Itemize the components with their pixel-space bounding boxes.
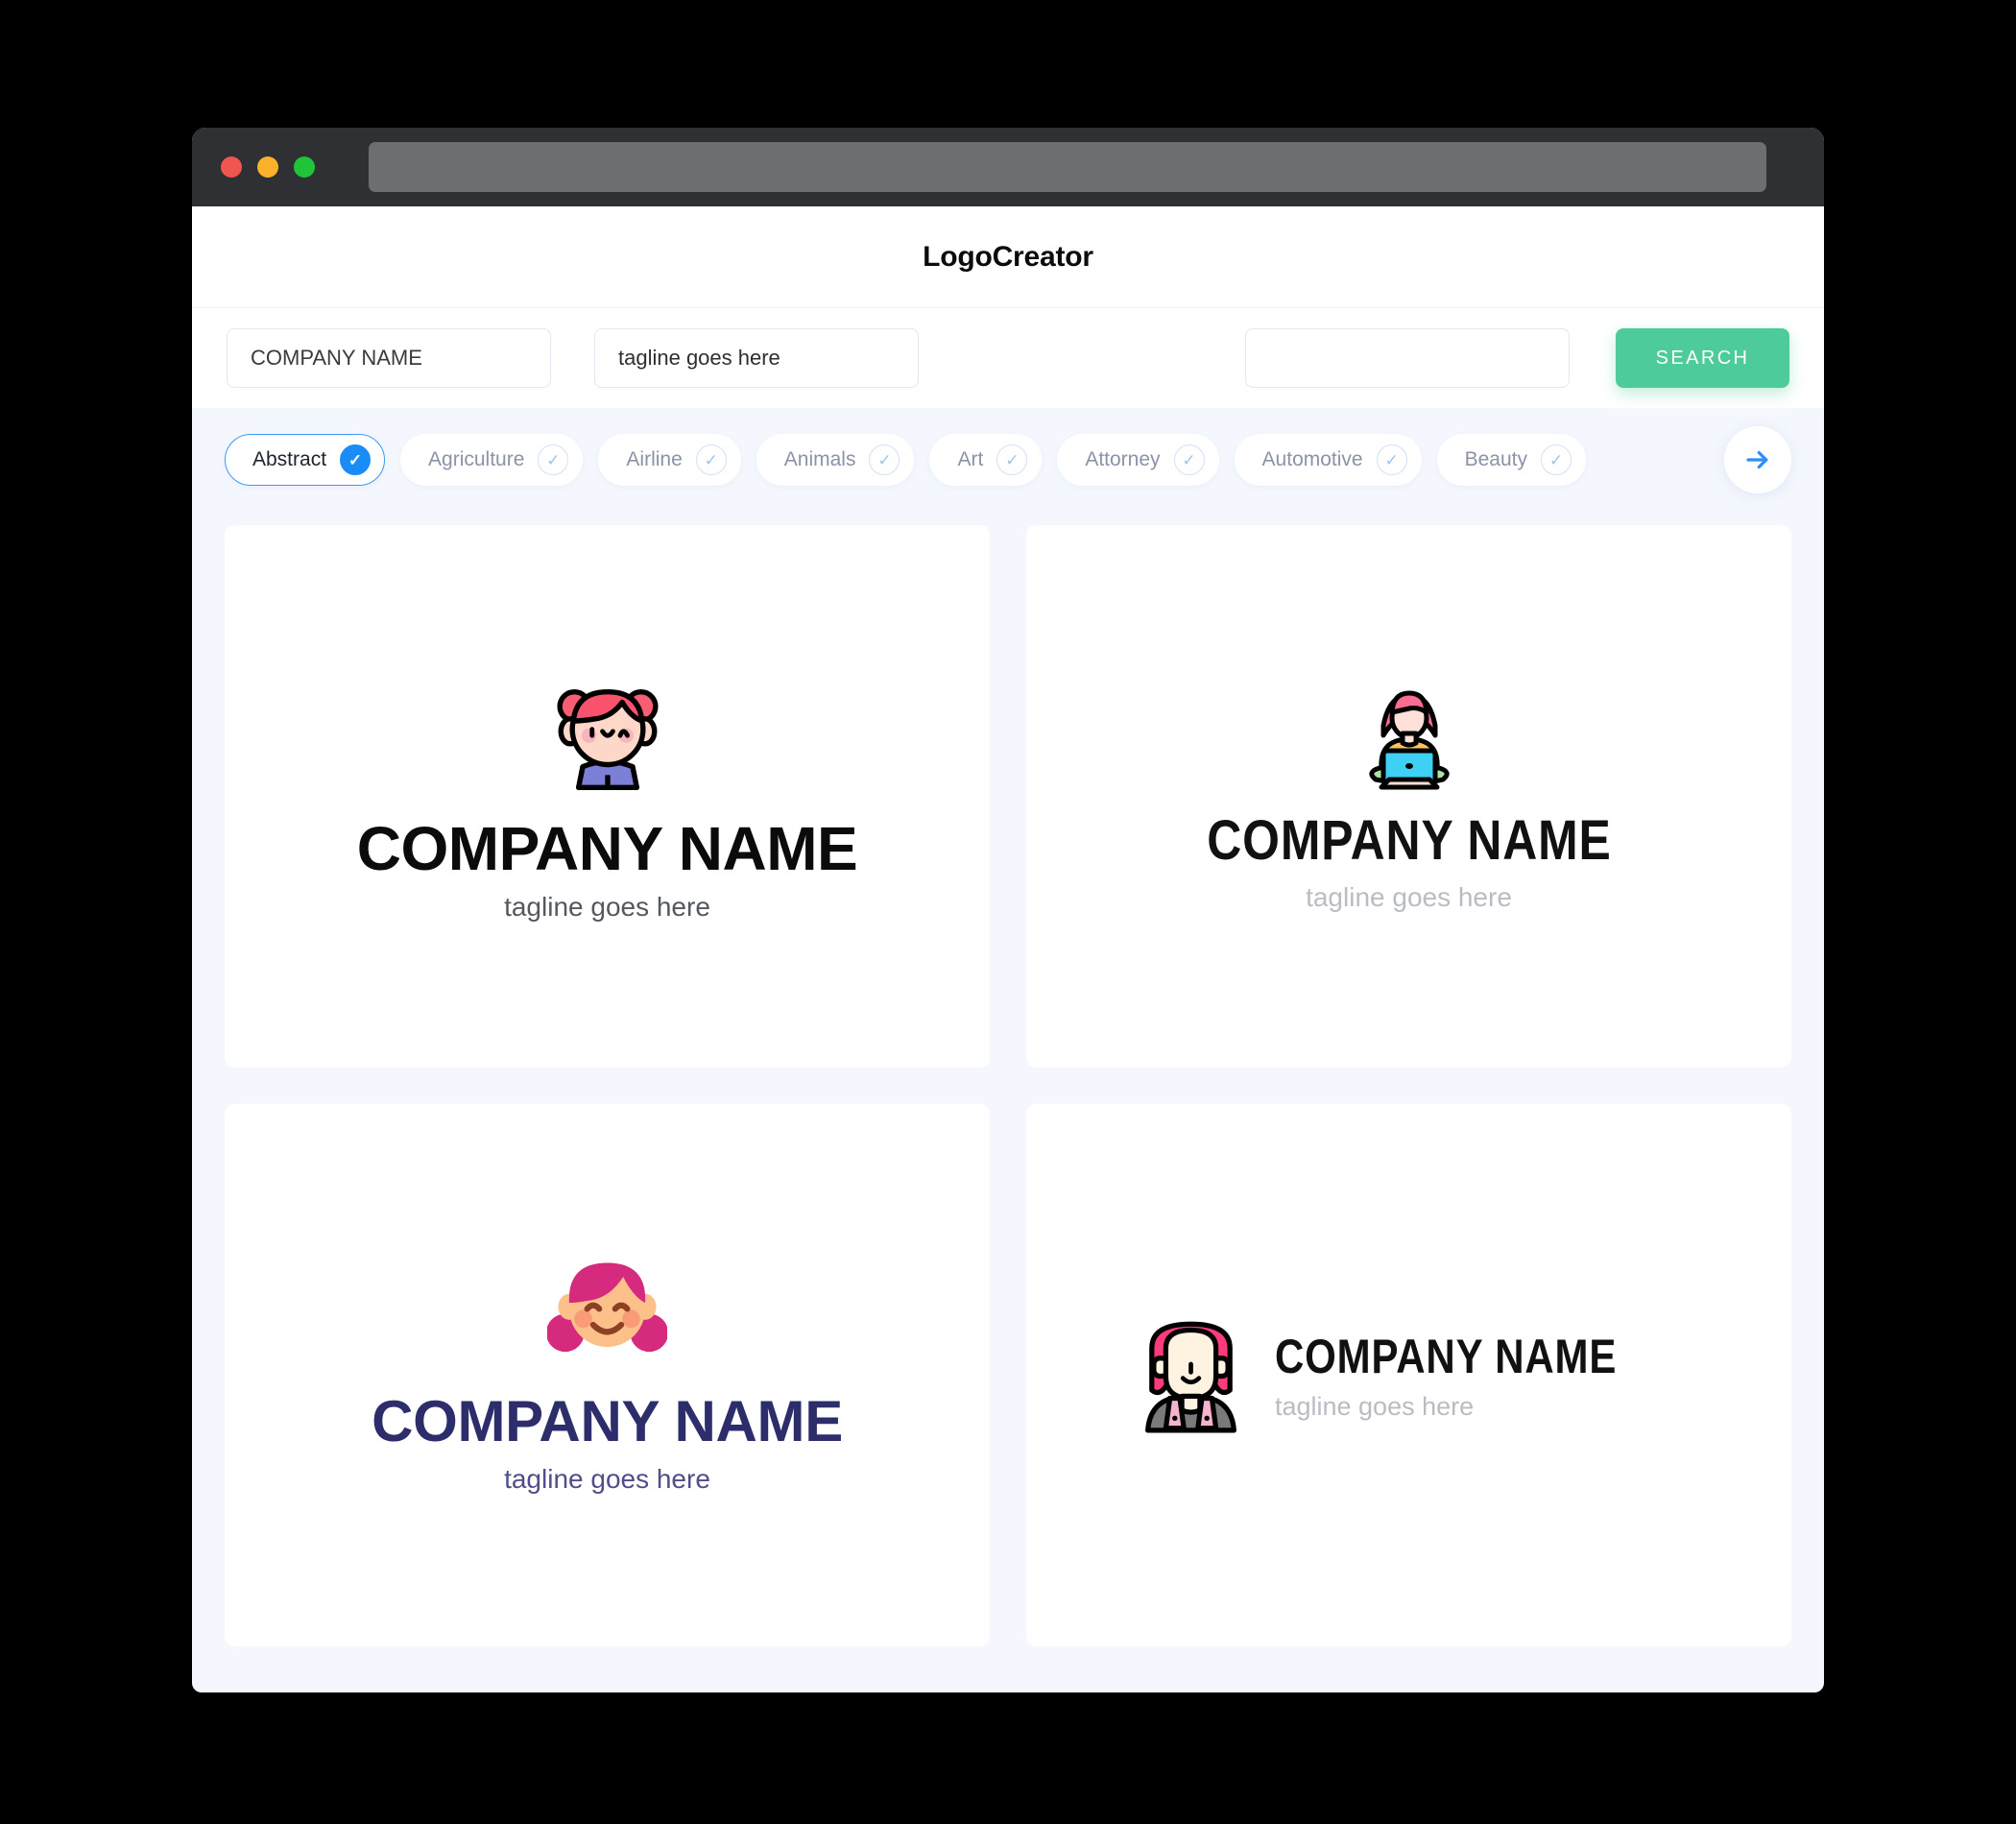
category-chip-label: Art	[957, 448, 984, 470]
check-icon: ✓	[996, 444, 1028, 475]
address-bar[interactable]	[369, 142, 1766, 192]
check-icon: ✓	[1541, 444, 1572, 475]
logo-preview: COMPANY NAME tagline goes here	[356, 671, 858, 923]
app-header: LogoCreator	[192, 206, 1824, 307]
category-chip-automotive[interactable]: Automotive ✓	[1234, 434, 1422, 486]
maximize-window-button[interactable]	[294, 156, 315, 178]
logo-company-name: COMPANY NAME	[372, 1388, 843, 1453]
logo-tagline: tagline goes here	[1306, 882, 1512, 912]
category-chip-animals[interactable]: Animals ✓	[756, 434, 915, 486]
logo-tagline: tagline goes here	[504, 891, 710, 922]
company-name-input[interactable]	[227, 328, 551, 388]
category-chip-label: Airline	[626, 448, 683, 470]
logo-tagline: tagline goes here	[504, 1463, 710, 1494]
check-icon: ✓	[1376, 444, 1407, 475]
category-filter-row: Abstract ✓ Agriculture ✓ Airline ✓ Animals ✓ Art…	[192, 408, 1824, 512]
logo-card[interactable]: COMPANY NAME tagline goes here	[225, 1104, 990, 1646]
arrow-right-icon	[1746, 450, 1768, 469]
logo-results-grid: COMPANY NAME tagline goes here COMPANY N…	[192, 512, 1824, 1646]
category-chip-beauty[interactable]: Beauty ✓	[1436, 434, 1586, 486]
smiling-girl-face-icon	[547, 1261, 667, 1352]
page-title: LogoCreator	[923, 240, 1093, 273]
logo-card[interactable]: COMPANY NAME tagline goes here	[225, 525, 990, 1068]
logo-card[interactable]: COMPANY NAME tagline goes here	[1026, 525, 1791, 1068]
minimize-window-button[interactable]	[257, 156, 278, 178]
logo-preview: COMPANY NAME tagline goes here	[1136, 1318, 1682, 1433]
category-chip-label: Agriculture	[428, 448, 525, 470]
category-chip-label: Automotive	[1261, 448, 1363, 470]
girl-with-hair-buns-icon	[556, 688, 659, 790]
category-chip-abstract[interactable]: Abstract ✓	[225, 434, 386, 486]
browser-window: LogoCreator SEARCH Abstract ✓ Agriculture ✓…	[192, 128, 1824, 1692]
check-icon: ✓	[538, 444, 569, 475]
category-chip-agriculture[interactable]: Agriculture ✓	[400, 434, 584, 486]
next-categories-button[interactable]	[1724, 426, 1791, 493]
logo-preview: COMPANY NAME tagline goes here	[372, 1257, 843, 1495]
category-chip-label: Animals	[783, 448, 856, 470]
category-chip-art[interactable]: Art ✓	[929, 434, 1043, 486]
woman-bob-haircut-icon	[1144, 1321, 1236, 1432]
check-icon: ✓	[1173, 444, 1205, 475]
search-bar: SEARCH	[192, 307, 1824, 408]
browser-titlebar	[192, 128, 1824, 206]
logo-company-name: COMPANY NAME	[356, 813, 858, 883]
logo-company-name: COMPANY NAME	[1274, 1330, 1618, 1383]
search-button[interactable]: SEARCH	[1616, 328, 1789, 388]
category-chip-airline[interactable]: Airline ✓	[598, 434, 741, 486]
logo-card[interactable]: COMPANY NAME tagline goes here	[1026, 1104, 1791, 1646]
check-icon: ✓	[869, 444, 900, 475]
category-chip-label: Attorney	[1085, 448, 1161, 470]
woman-with-laptop-icon	[1368, 690, 1450, 790]
category-chip-label: Abstract	[252, 448, 327, 470]
keyword-input[interactable]	[1245, 328, 1570, 388]
category-chip-attorney[interactable]: Attorney ✓	[1057, 434, 1219, 486]
logo-company-name: COMPANY NAME	[1206, 809, 1612, 872]
check-icon: ✓	[340, 444, 372, 475]
logo-preview: COMPANY NAME tagline goes here	[1174, 680, 1644, 913]
tagline-input[interactable]	[594, 328, 919, 388]
check-icon: ✓	[695, 444, 727, 475]
window-controls	[221, 156, 315, 178]
category-chip-label: Beauty	[1464, 448, 1527, 470]
logo-text-block: COMPANY NAME tagline goes here	[1275, 1329, 1682, 1422]
logo-tagline: tagline goes here	[1274, 1392, 1475, 1421]
close-window-button[interactable]	[221, 156, 242, 178]
